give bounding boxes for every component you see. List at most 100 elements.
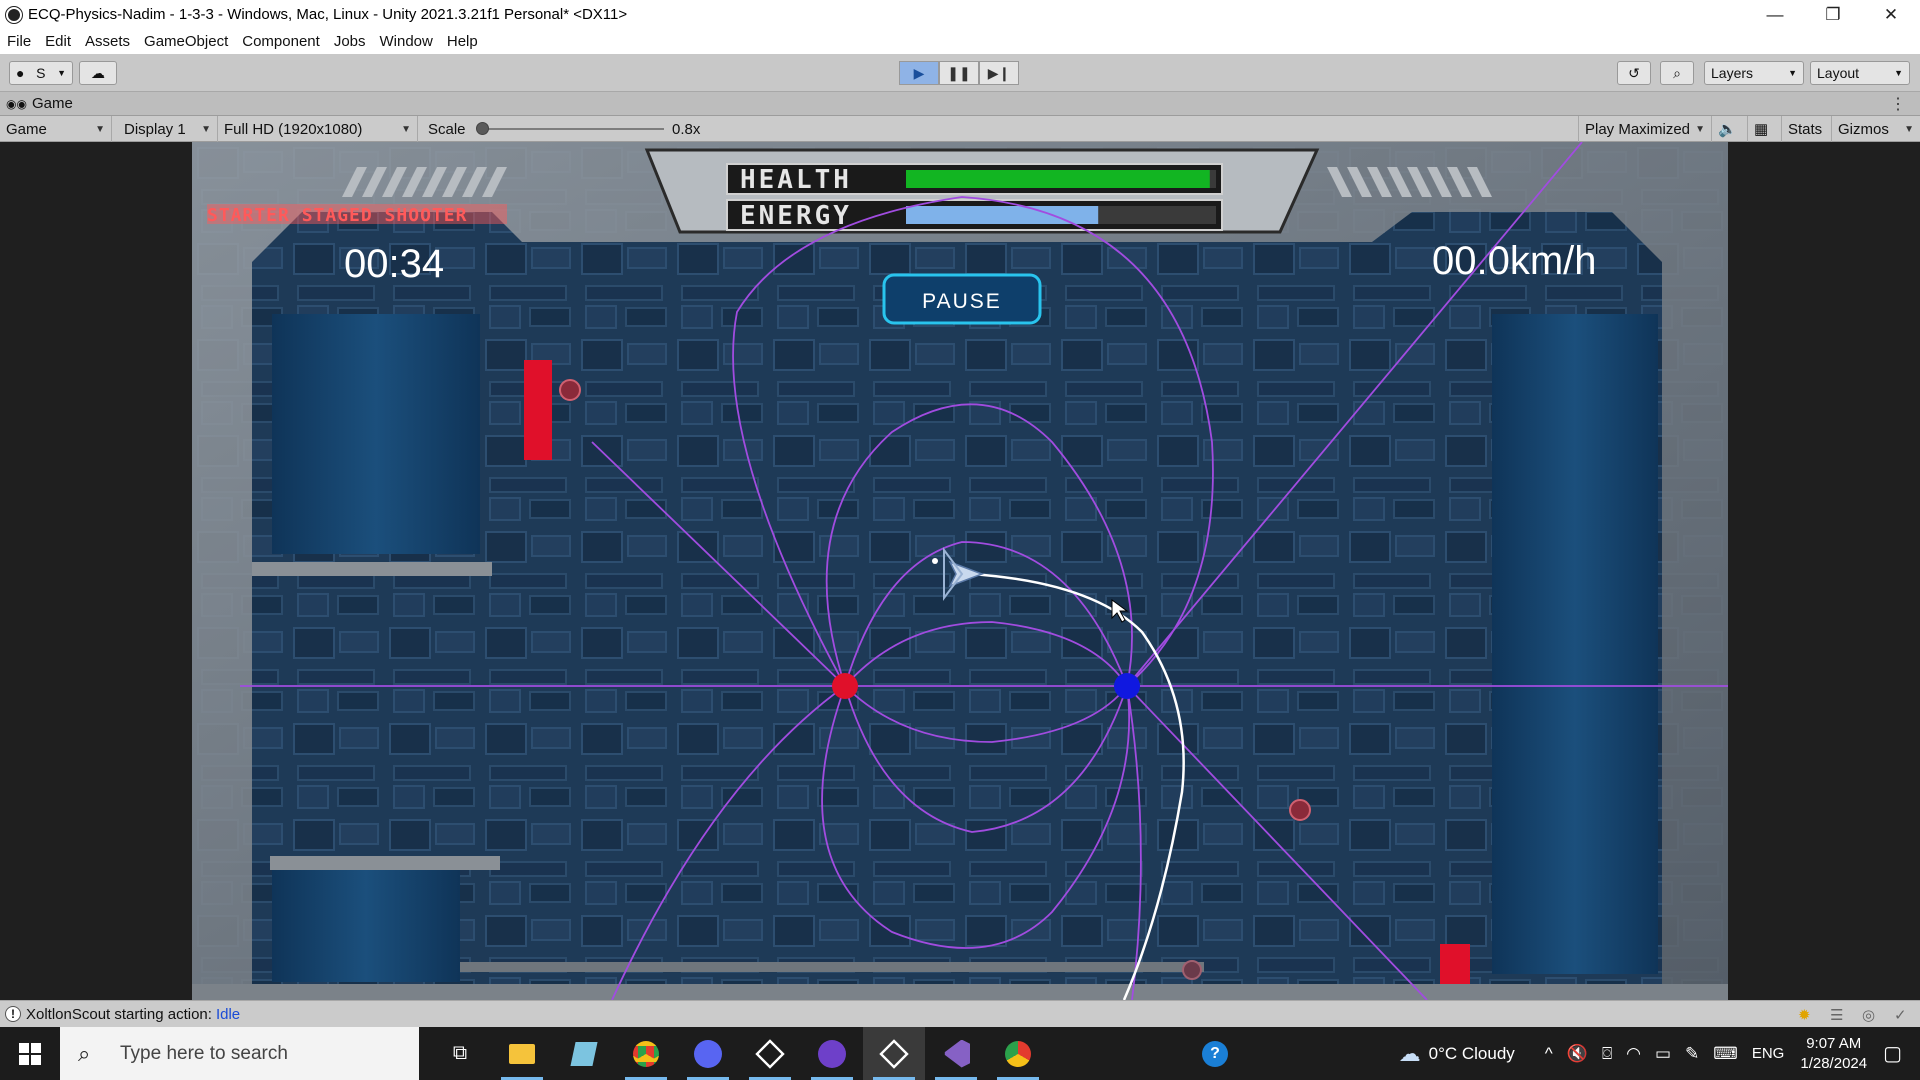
- step-button[interactable]: ▶❙: [979, 61, 1019, 85]
- menu-help[interactable]: Help: [440, 33, 485, 50]
- gamepad-icon: ◉◉: [6, 96, 27, 111]
- menu-component[interactable]: Component: [235, 33, 327, 50]
- search-icon: ⌕: [78, 1040, 91, 1066]
- positive-charge: [832, 673, 858, 699]
- left-rail-bottom: [270, 856, 500, 870]
- play-icon: ▶: [913, 64, 925, 81]
- visual-studio-icon[interactable]: [925, 1027, 987, 1080]
- unity-editor-icon[interactable]: [863, 1027, 925, 1080]
- status-action: Idle: [215, 1005, 241, 1023]
- unity-hub-icon[interactable]: [739, 1027, 801, 1080]
- menu-window[interactable]: Window: [373, 33, 440, 50]
- left-panel-bottom: [272, 862, 460, 982]
- chrome-profile-icon[interactable]: [987, 1027, 1049, 1080]
- stats-button[interactable]: Stats: [1782, 116, 1832, 142]
- keyboard-icon[interactable]: ⌨: [1713, 1044, 1738, 1064]
- menu-assets[interactable]: Assets: [78, 33, 137, 50]
- help-icon[interactable]: ?: [1202, 1041, 1228, 1067]
- chrome-icon[interactable]: [615, 1027, 677, 1080]
- left-panel-top: [272, 314, 480, 554]
- chevron-down-icon: ▼: [201, 123, 211, 135]
- minimize-button[interactable]: —: [1746, 0, 1804, 29]
- enemy-drone: [559, 379, 581, 401]
- playmode-controls: ▶ ❚❚ ▶❙: [899, 61, 1019, 85]
- system-tray: ☁ 0°C Cloudy ^ 🔇 ⌼ ◠ ▭ ✎ ⌨ ENG 9:07 AM 1…: [1399, 1027, 1920, 1080]
- language-indicator[interactable]: ENG: [1752, 1045, 1785, 1062]
- clock-date: 1/28/2024: [1800, 1054, 1868, 1072]
- scale-value: 0.8x: [672, 120, 701, 138]
- gizmos-dropdown[interactable]: Gizmos ▼: [1832, 116, 1920, 142]
- speaker-icon: 🔈: [1718, 121, 1737, 138]
- grid-icon: ▦: [1754, 121, 1769, 138]
- step-icon: ▶❙: [987, 64, 1011, 81]
- pen-icon[interactable]: ✎: [1685, 1044, 1699, 1064]
- tab-game-label: Game: [31, 95, 73, 112]
- battery-icon[interactable]: ▭: [1655, 1044, 1671, 1064]
- view-mode-dropdown[interactable]: Game ▼: [0, 116, 112, 142]
- camera-icon[interactable]: ⌼: [1602, 1044, 1612, 1064]
- cloud-button[interactable]: ☁: [79, 61, 117, 85]
- game-viewport[interactable]: HEALTH ENERGY 00:34 00.0km/h STARTER STA…: [0, 142, 1920, 1000]
- view-mode-label: Game: [6, 120, 47, 138]
- frame-bottom-rail: [424, 962, 1204, 972]
- cloud-weather-icon: ☁: [1398, 1040, 1421, 1066]
- pause-game-button[interactable]: PAUSE: [882, 273, 1042, 325]
- console-status-bar[interactable]: ! XoltlonScout starting action: Idle ✹ ☰…: [0, 1000, 1920, 1027]
- display-dropdown[interactable]: Display 1 ▼: [118, 116, 218, 142]
- discord-icon[interactable]: [677, 1027, 739, 1080]
- network-icon[interactable]: ◎: [1862, 1006, 1880, 1024]
- layers-label: Layers: [1711, 65, 1754, 81]
- status-message: XoltlonScout starting action:: [26, 1005, 212, 1023]
- frame-bottom: [192, 984, 1728, 1000]
- chevron-up-icon[interactable]: ^: [1545, 1044, 1553, 1064]
- scale-slider-handle[interactable]: [476, 122, 489, 135]
- layout-dropdown[interactable]: Layout ▼: [1810, 61, 1910, 85]
- taskbar-search[interactable]: ⌕ Type here to search: [60, 1027, 419, 1080]
- menu-gameobject[interactable]: GameObject: [137, 33, 235, 50]
- mute-audio-button[interactable]: 🔈: [1712, 116, 1748, 142]
- clock[interactable]: 9:07 AM 1/28/2024: [1800, 1034, 1867, 1074]
- tab-menu-icon[interactable]: ⋮: [1890, 94, 1906, 114]
- notification-icon[interactable]: ▢: [1883, 1041, 1902, 1066]
- weather-text[interactable]: 0°C Cloudy: [1429, 1044, 1515, 1064]
- search-button[interactable]: ⌕: [1660, 61, 1694, 85]
- history-button[interactable]: ↺: [1617, 61, 1651, 85]
- cloud-icon: ☁: [91, 64, 105, 81]
- chevron-down-icon: ▼: [1894, 68, 1903, 78]
- search-placeholder: Type here to search: [120, 1042, 288, 1064]
- wifi-icon[interactable]: ◠: [1626, 1044, 1641, 1064]
- menu-jobs[interactable]: Jobs: [327, 33, 373, 50]
- pause-button[interactable]: ❚❚: [939, 61, 979, 85]
- scene-svg: HEALTH ENERGY 00:34 00.0km/h STARTER STA…: [192, 142, 1728, 1000]
- start-button[interactable]: [0, 1027, 60, 1080]
- play-maximized-dropdown[interactable]: Play Maximized ▼: [1578, 116, 1712, 142]
- game-tab-bar: ◉◉ Game ⋮: [0, 92, 1920, 116]
- right-panel: [1492, 314, 1658, 974]
- menu-file[interactable]: File: [0, 33, 38, 50]
- lightbulb-icon[interactable]: ✹: [1798, 1006, 1816, 1024]
- play-button[interactable]: ▶: [899, 61, 939, 85]
- left-rail: [252, 562, 492, 576]
- task-view-icon[interactable]: ⧉: [429, 1027, 491, 1080]
- notes-app-icon[interactable]: [553, 1027, 615, 1080]
- resolution-dropdown[interactable]: Full HD (1920x1080) ▼: [218, 116, 418, 142]
- close-button[interactable]: ✕: [1862, 0, 1920, 29]
- chevron-down-icon: ▼: [1695, 123, 1705, 135]
- scale-slider-track[interactable]: [482, 128, 664, 130]
- energy-label: ENERGY: [740, 201, 852, 231]
- chevron-down-icon: ▼: [401, 123, 411, 135]
- account-dropdown[interactable]: ● S ▼: [9, 61, 73, 85]
- layers-dropdown[interactable]: Layers ▼: [1704, 61, 1804, 85]
- account-label: S: [36, 65, 46, 81]
- mute-icon[interactable]: 🔇: [1567, 1044, 1588, 1064]
- restore-button[interactable]: ❐: [1804, 0, 1862, 29]
- stack-icon[interactable]: ☰: [1830, 1006, 1848, 1024]
- file-explorer-icon[interactable]: [491, 1027, 553, 1080]
- github-desktop-icon[interactable]: [801, 1027, 863, 1080]
- tab-game[interactable]: ◉◉ Game: [6, 95, 73, 112]
- check-icon[interactable]: ✓: [1894, 1006, 1912, 1024]
- pause-icon: ❚❚: [947, 64, 971, 81]
- vsync-button[interactable]: ▦: [1748, 116, 1782, 142]
- menu-edit[interactable]: Edit: [38, 33, 78, 50]
- game-scene[interactable]: HEALTH ENERGY 00:34 00.0km/h STARTER STA…: [192, 142, 1728, 1000]
